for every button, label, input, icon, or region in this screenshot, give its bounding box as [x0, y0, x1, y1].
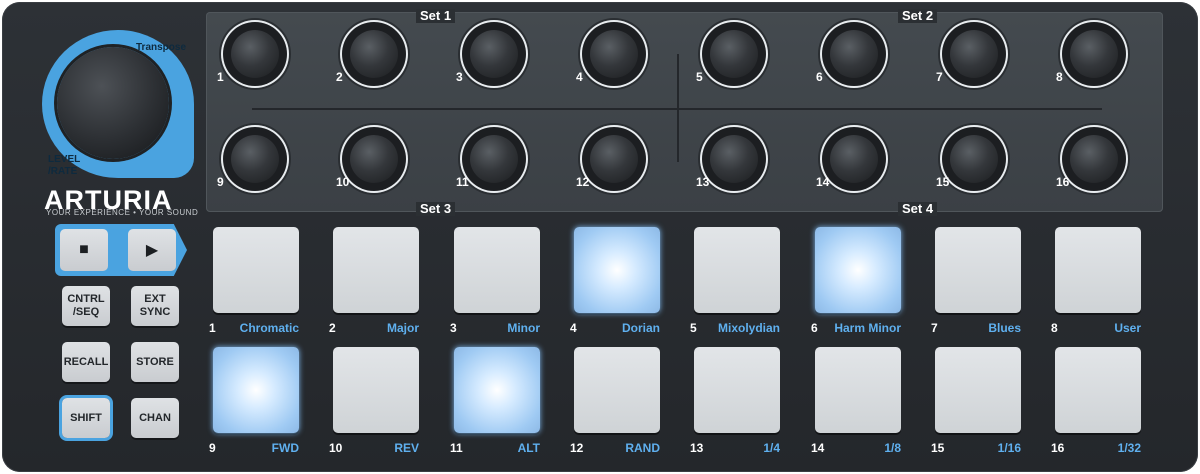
pad-3[interactable]: [454, 227, 540, 313]
pad-2[interactable]: [333, 227, 419, 313]
pad-function-label: Harm Minor: [834, 321, 901, 335]
knob-4[interactable]: [582, 22, 646, 86]
pad-function-label: 1/16: [997, 441, 1021, 455]
pad-number-label: 5: [690, 321, 697, 335]
pad-function-label: Major: [386, 321, 419, 335]
transpose-label: Transpose: [136, 42, 187, 53]
cntrl-seq-button[interactable]: CNTRL/SEQ: [62, 286, 110, 326]
pad-12[interactable]: [574, 347, 660, 433]
knob-1[interactable]: [223, 22, 287, 86]
knob-number-label: 6: [816, 70, 823, 84]
set-2-label: Set 2: [898, 9, 938, 23]
stop-icon: ■: [79, 241, 89, 258]
knob-7[interactable]: [942, 22, 1006, 86]
pad-function-label: Minor: [507, 321, 540, 335]
knob-number-label: 11: [456, 175, 469, 189]
pad-number-label: 7: [931, 321, 938, 335]
pad-function-label: FWD: [271, 441, 299, 455]
controller-body: Transpose LEVEL /RATE ARTURIA YOUR EXPER…: [2, 2, 1198, 472]
knob-8[interactable]: [1062, 22, 1126, 86]
pad-function-label: RAND: [625, 441, 660, 455]
transpose-encoder[interactable]: [57, 47, 169, 159]
pad-function-label: Dorian: [621, 321, 660, 335]
knob-15[interactable]: [942, 127, 1006, 191]
pad-number-label: 9: [209, 441, 216, 455]
pad-10[interactable]: [333, 347, 419, 433]
set-3-label: Set 3: [416, 202, 456, 216]
pad-function-label: Chromatic: [239, 321, 299, 335]
pad-number-label: 2: [329, 321, 336, 335]
pad-16[interactable]: [1055, 347, 1141, 433]
pad-function-label: Blues: [988, 321, 1021, 335]
pad-number-label: 3: [450, 321, 457, 335]
knob-number-label: 14: [816, 175, 830, 189]
pad-number-label: 6: [811, 321, 818, 335]
pad-14[interactable]: [815, 347, 901, 433]
knob-3[interactable]: [462, 22, 526, 86]
knob-2[interactable]: [342, 22, 406, 86]
recall-button[interactable]: RECALL: [62, 342, 110, 382]
knob-number-label: 15: [936, 175, 950, 189]
knob-number-label: 4: [576, 70, 583, 84]
knob-number-label: 16: [1056, 175, 1070, 189]
pad-function-label: ALT: [517, 441, 540, 455]
knob-number-label: 3: [456, 70, 463, 84]
pad-function-label: User: [1114, 321, 1141, 335]
ext-sync-button[interactable]: EXT SYNC: [131, 286, 179, 326]
knob-number-label: 7: [936, 70, 943, 84]
pad-number-label: 1: [209, 321, 216, 335]
knob-number-label: 9: [217, 175, 224, 189]
set-4-label: Set 4: [898, 202, 938, 216]
pad-function-label: REV: [394, 441, 419, 455]
pad-4[interactable]: [574, 227, 660, 313]
knob-number-label: 1: [217, 70, 224, 84]
pad-number-label: 8: [1051, 321, 1058, 335]
knob-13[interactable]: [702, 127, 766, 191]
knob-number-label: 8: [1056, 70, 1063, 84]
pad-function-label: 1/8: [884, 441, 901, 455]
play-button[interactable]: ▶: [128, 229, 176, 271]
pad-7[interactable]: [935, 227, 1021, 313]
panel-divider: [677, 54, 679, 162]
knob-16[interactable]: [1062, 127, 1126, 191]
knob-5[interactable]: [702, 22, 766, 86]
play-icon: ▶: [145, 242, 159, 259]
level-rate-label: LEVEL /RATE: [48, 154, 81, 177]
knob-number-label: 2: [336, 70, 343, 84]
pad-number-label: 4: [570, 321, 577, 335]
knob-number-label: 10: [336, 175, 350, 189]
chan-button[interactable]: CHAN: [131, 398, 179, 438]
knob-10[interactable]: [342, 127, 406, 191]
shift-button[interactable]: SHIFT: [62, 398, 110, 438]
knob-number-label: 5: [696, 70, 703, 84]
stop-button[interactable]: ■: [60, 229, 108, 271]
set-1-label: Set 1: [416, 9, 456, 23]
brand-tagline: YOUR EXPERIENCE • YOUR SOUND: [46, 208, 199, 217]
knob-6[interactable]: [822, 22, 886, 86]
pad-8[interactable]: [1055, 227, 1141, 313]
pad-1[interactable]: [213, 227, 299, 313]
pad-6[interactable]: [815, 227, 901, 313]
pad-13[interactable]: [694, 347, 780, 433]
pad-5[interactable]: [694, 227, 780, 313]
knob-9[interactable]: [223, 127, 287, 191]
knob-12[interactable]: [582, 127, 646, 191]
pad-9[interactable]: [213, 347, 299, 433]
pad-15[interactable]: [935, 347, 1021, 433]
knob-number-label: 12: [576, 175, 590, 189]
pad-function-label: 1/32: [1117, 441, 1141, 455]
knob-14[interactable]: [822, 127, 886, 191]
knob-number-label: 13: [696, 175, 710, 189]
pad-function-label: 1/4: [763, 441, 780, 455]
pad-function-label: Mixolydian: [717, 321, 780, 335]
knob-11[interactable]: [462, 127, 526, 191]
pad-11[interactable]: [454, 347, 540, 433]
store-button[interactable]: STORE: [131, 342, 179, 382]
